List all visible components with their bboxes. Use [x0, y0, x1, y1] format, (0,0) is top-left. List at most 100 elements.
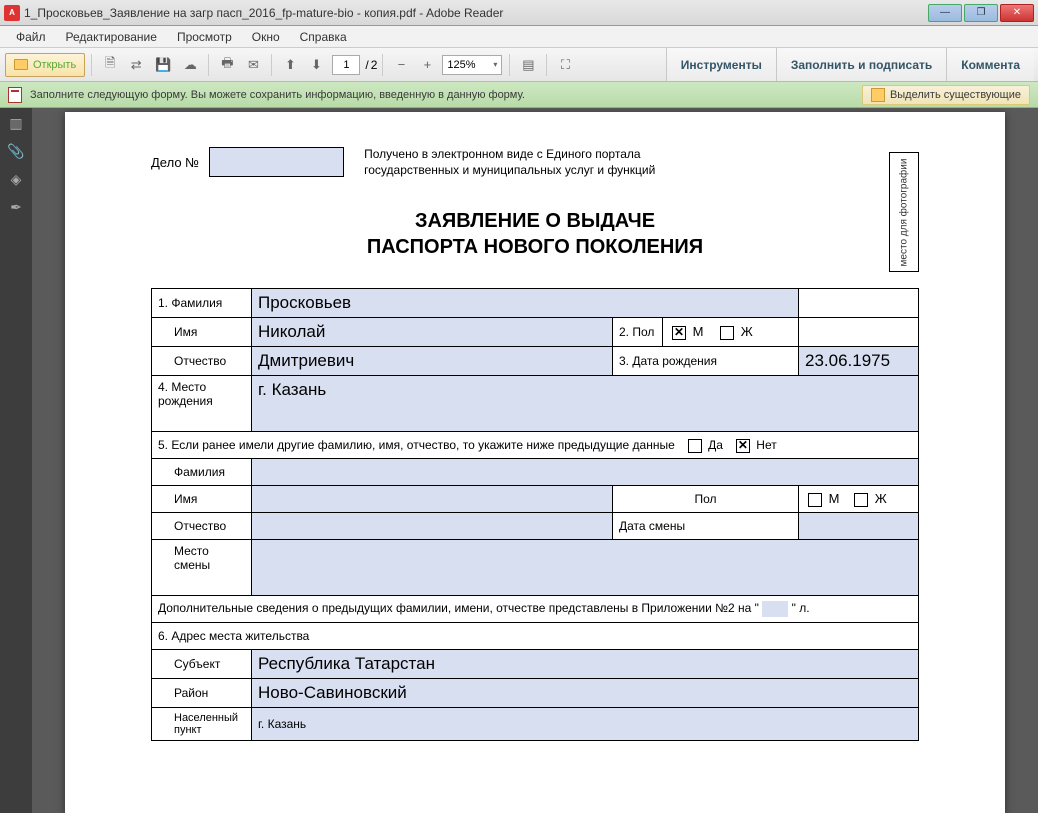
maximize-button[interactable]: ❐ [964, 4, 998, 22]
thumbnails-icon[interactable]: ▥ [7, 114, 25, 132]
empty-cell [799, 289, 919, 318]
change-place-field[interactable] [252, 540, 919, 596]
gender-f-checkbox[interactable] [720, 326, 734, 340]
name-label: Имя [152, 318, 252, 347]
close-button[interactable]: ✕ [1000, 4, 1034, 22]
window-titlebar: A 1_Просковьев_Заявление на загр пасп_20… [0, 0, 1038, 26]
change-date-label: Дата смены [613, 513, 799, 540]
subject-field[interactable]: Республика Татарстан [252, 650, 919, 679]
form-icon [8, 87, 22, 103]
name-field[interactable]: Николай [252, 318, 613, 347]
subject-label: Субъект [152, 650, 252, 679]
highlight-icon [871, 88, 885, 102]
photo-label: место для фотографии [899, 158, 910, 266]
received-text: Получено в электронном виде с Единого по… [364, 147, 694, 178]
toolbar: Открыть 🗎 ⇄ 💾 ☁ 🖶 ✉ ⬆ ⬇ 1 / 2 − + 125% ▤… [0, 48, 1038, 82]
prev-patronymic-field[interactable] [252, 513, 613, 540]
prev-no-checkbox[interactable] [736, 439, 750, 453]
birthplace-field[interactable]: г. Казань [252, 376, 919, 432]
mail-icon: ✉ [248, 57, 259, 73]
menu-edit[interactable]: Редактирование [56, 27, 167, 47]
change-place-label: Место смены [152, 540, 252, 596]
prev-patronymic-label: Отчество [152, 513, 252, 540]
prev-f-checkbox[interactable] [854, 493, 868, 507]
city-field[interactable]: г. Казань [252, 708, 919, 741]
prev-name-field[interactable] [252, 486, 613, 513]
appendix-pages-input[interactable] [762, 601, 788, 617]
menu-file[interactable]: Файл [6, 27, 56, 47]
birthplace-label: 4. Месторождения [152, 376, 252, 432]
city-label: Населенныйпункт [152, 708, 252, 741]
surname-field[interactable]: Просковьев [252, 289, 799, 318]
prev-gender-label: Пол [613, 486, 799, 513]
print-icon: 🖶 [221, 54, 233, 76]
down-icon: ⬇ [311, 57, 322, 73]
minimize-button[interactable]: — [928, 4, 962, 22]
pdf-page: Дело № Получено в электронном виде с Еди… [65, 112, 1005, 813]
save-button[interactable]: 💾 [150, 53, 176, 77]
convert-button[interactable]: ⇄ [124, 53, 148, 77]
comment-panel-button[interactable]: Коммента [946, 48, 1034, 81]
book-icon: ▤ [522, 57, 534, 73]
menu-window[interactable]: Окно [242, 27, 290, 47]
infobar-message: Заполните следующую форму. Вы можете сох… [30, 89, 525, 101]
page-number-input[interactable]: 1 [332, 55, 360, 75]
gender-label: 2. Пол [613, 318, 663, 347]
folder-icon [14, 59, 28, 70]
window-title: 1_Просковьев_Заявление на загр пасп_2016… [24, 6, 503, 20]
form-title: ЗАЯВЛЕНИЕ О ВЫДАЧЕ ПАСПОРТА НОВОГО ПОКОЛ… [151, 208, 919, 260]
dob-field[interactable]: 23.06.1975 [799, 347, 919, 376]
highlight-label: Выделить существующие [890, 89, 1021, 101]
print-button[interactable]: 🖶 [215, 53, 239, 77]
empty-cell [799, 318, 919, 347]
read-mode-button[interactable]: ▤ [516, 53, 540, 77]
menubar: Файл Редактирование Просмотр Окно Справк… [0, 26, 1038, 48]
save-icon: 💾 [155, 57, 171, 73]
email-button[interactable]: ✉ [241, 53, 265, 77]
nav-sidebar: ▥ 📎 ◈ ✒ [0, 108, 32, 813]
prev-yes-checkbox[interactable] [688, 439, 702, 453]
gender-m-checkbox[interactable] [672, 326, 686, 340]
create-pdf-button[interactable]: 🗎 [98, 53, 122, 77]
district-field[interactable]: Ново-Савиновский [252, 679, 919, 708]
tools-panel-button[interactable]: Инструменты [666, 48, 776, 81]
patronymic-label: Отчество [152, 347, 252, 376]
page-down-button[interactable]: ⬇ [304, 53, 328, 77]
cloud-icon: ☁ [184, 57, 197, 73]
page-up-button[interactable]: ⬆ [278, 53, 302, 77]
surname-label: 1. Фамилия [152, 289, 252, 318]
document-canvas[interactable]: Дело № Получено в электронном виде с Еди… [32, 108, 1038, 813]
prev-m-checkbox[interactable] [808, 493, 822, 507]
menu-view[interactable]: Просмотр [167, 27, 242, 47]
gender-cell: М Ж [663, 318, 799, 347]
prev-names-label: 5. Если ранее имели другие фамилию, имя,… [158, 438, 675, 452]
delo-input[interactable] [209, 147, 344, 177]
zoom-select[interactable]: 125% [442, 55, 502, 75]
prev-gender-cell: М Ж [799, 486, 919, 513]
page-total: 2 [371, 58, 378, 72]
address-header: 6. Адрес места жительства [152, 623, 919, 650]
highlight-fields-button[interactable]: Выделить существующие [862, 85, 1030, 105]
delo-label: Дело № [151, 155, 199, 170]
prev-names-row: 5. Если ранее имели другие фамилию, имя,… [152, 432, 919, 459]
open-button[interactable]: Открыть [5, 53, 85, 77]
patronymic-field[interactable]: Дмитриевич [252, 347, 613, 376]
plus-icon: + [424, 57, 432, 72]
cloud-button[interactable]: ☁ [178, 53, 202, 77]
menu-help[interactable]: Справка [290, 27, 357, 47]
convert-icon: ⇄ [131, 57, 142, 73]
signatures-icon[interactable]: ✒ [7, 198, 25, 216]
dob-label: 3. Дата рождения [613, 347, 799, 376]
open-label: Открыть [33, 59, 76, 71]
fill-sign-panel-button[interactable]: Заполнить и подписать [776, 48, 946, 81]
prev-surname-field[interactable] [252, 459, 919, 486]
layers-icon[interactable]: ◈ [7, 170, 25, 188]
change-date-field[interactable] [799, 513, 919, 540]
appendix-row: Дополнительные сведения о предыдущих фам… [152, 596, 919, 623]
fullscreen-button[interactable]: ⛶ [553, 53, 577, 77]
zoom-in-button[interactable]: + [415, 53, 439, 77]
district-label: Район [152, 679, 252, 708]
attachments-icon[interactable]: 📎 [7, 142, 25, 160]
zoom-value: 125% [447, 59, 475, 71]
zoom-out-button[interactable]: − [389, 53, 413, 77]
